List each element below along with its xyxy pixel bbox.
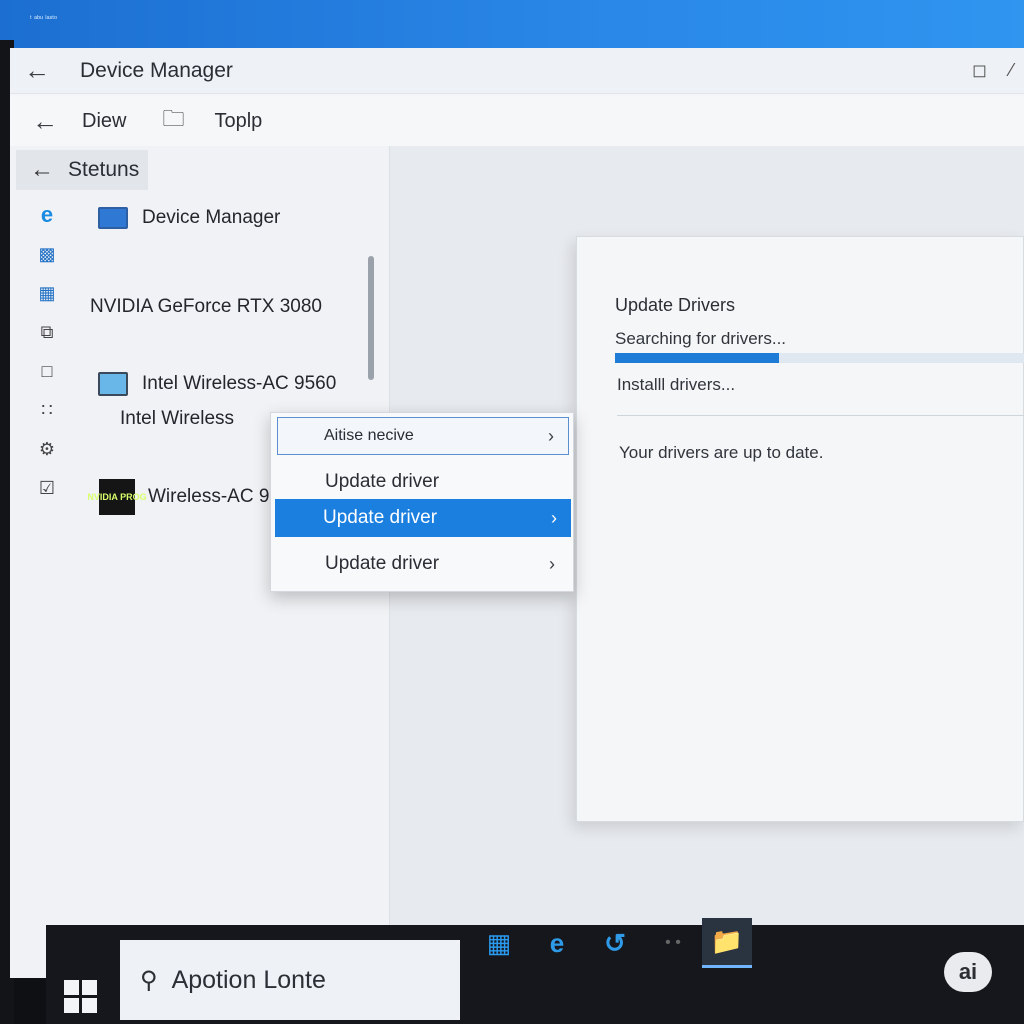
context-menu: Aitise necive › Update driver Update dri… [270, 412, 574, 592]
tree-scrollbar[interactable] [368, 256, 374, 380]
edge-alt-icon[interactable]: ↺ [586, 917, 644, 969]
dialog-divider [617, 415, 1024, 416]
more-icon[interactable]: • • [644, 917, 702, 969]
taskbar-pinned-icons: ▦ e ↺ • • 📁 [470, 910, 752, 976]
context-menu-item-3[interactable]: Update driver › [275, 499, 571, 537]
tree-item-wireless-ac95[interactable]: NVIDIA PROG Wireless-AC 95 [87, 478, 280, 516]
search-text: Apotion Lonte [171, 965, 326, 994]
back-arrow-icon[interactable]: ← [24, 55, 64, 86]
searching-text: Searching for drivers... [615, 329, 787, 348]
ai-badge: ai [944, 952, 992, 992]
toolbar-view-menu[interactable]: Diew [82, 110, 126, 133]
file-explorer-icon[interactable]: 📁 [702, 918, 752, 968]
status-back-arrow-icon[interactable]: ← [30, 156, 54, 184]
search-icon: ⚲ [140, 966, 158, 994]
tree-item-device-manager[interactable]: Device Manager [96, 204, 280, 232]
network-icon[interactable]: ▦ [34, 280, 60, 306]
dialog-title: Update Drivers [615, 295, 736, 315]
close-icon[interactable]: ⁄ [1010, 60, 1013, 81]
taskbar-search-box[interactable]: ⚲ Apotion Lonte [120, 940, 460, 1020]
checkbox-icon[interactable]: ☑ [34, 475, 60, 501]
window-title: Device Manager [80, 58, 233, 82]
title-bar: ← Device Manager ◻ ⁄ [10, 48, 1024, 94]
context-menu-item-2[interactable]: Update driver [277, 463, 569, 501]
icon-rail: e ▩ ▦ ⧉ □ ∷ ⚙ ☑ [34, 202, 64, 514]
windows-copy-icon[interactable]: ⧉ [34, 319, 60, 345]
menu-item-label: Update driver [323, 507, 438, 528]
chevron-right-icon: › [548, 425, 554, 446]
toolbar-help-menu[interactable]: Toplp [214, 110, 262, 133]
display-adapter-icon [96, 370, 130, 398]
computer-icon[interactable]: ▩ [34, 241, 60, 267]
tree-item-intel-wireless[interactable]: Intel Wireless [120, 408, 234, 430]
monitor-icon [96, 204, 130, 232]
toolbar: ← Diew 🗀 Toplp [10, 96, 1024, 146]
progress-bar [615, 353, 1024, 363]
desktop-background-strip: ᵗ ᵃᵇᵘ ˡᵃˢᵗᵒ [0, 0, 1024, 50]
settings-dots-icon[interactable]: ∷ [34, 397, 60, 423]
start-logo-tile [82, 998, 97, 1013]
gpu-logo-text: NVIDIA PROG [87, 479, 147, 515]
edge-icon[interactable]: e [34, 202, 60, 228]
tree-item-label: Wireless-AC 95 [148, 486, 280, 507]
status-label: Stetuns [68, 158, 140, 181]
menu-item-label: Update driver [325, 553, 440, 574]
nvidia-logo-icon: NVIDIA PROG [87, 478, 147, 516]
toolbar-back-arrow-icon[interactable]: ← [32, 106, 82, 137]
chevron-right-icon: › [551, 507, 557, 528]
context-menu-item-1[interactable]: Aitise necive › [277, 417, 569, 455]
status-back-row[interactable]: ← Stetuns [16, 150, 148, 190]
tree-item-label: Device Manager [142, 207, 281, 228]
gear-box-icon[interactable]: ⚙ [34, 436, 60, 462]
desktop-corner-text: ᵗ ᵃᵇᵘ ˡᵃˢᵗᵒ [30, 14, 57, 23]
maximize-icon[interactable]: ◻ [972, 60, 987, 81]
menu-item-label: Update driver [325, 471, 440, 492]
menu-item-label: Aitise necive [324, 427, 414, 444]
start-logo-tile [64, 980, 79, 995]
installing-text: Installl drivers... [617, 375, 736, 394]
progress-fill [615, 353, 779, 363]
start-logo-tile [64, 998, 79, 1013]
document-icon[interactable]: □ [34, 358, 60, 384]
tree-item-label: Intel Wireless [120, 408, 235, 429]
chevron-right-icon: › [549, 553, 555, 574]
edge-icon[interactable]: e [528, 917, 586, 969]
folder-icon[interactable]: 🗀 [162, 102, 184, 140]
windows-icon[interactable]: ▦ [470, 917, 528, 969]
status-message: Your drivers are up to date. [619, 443, 824, 462]
context-menu-item-4[interactable]: Update driver › [277, 545, 569, 583]
tree-item-nvidia[interactable]: NVIDIA GeForce RTX 3080 [90, 296, 322, 318]
tree-item-intel-ac9560[interactable]: Intel Wireless-AC 9560 [96, 370, 336, 398]
start-button[interactable] [62, 976, 102, 1016]
tree-item-label: NVIDIA GeForce RTX 3080 [90, 296, 322, 317]
start-logo-tile [82, 980, 97, 995]
update-drivers-dialog: Update Drivers Searching for drivers... … [576, 236, 1024, 822]
tree-item-label: Intel Wireless-AC 9560 [142, 373, 337, 394]
